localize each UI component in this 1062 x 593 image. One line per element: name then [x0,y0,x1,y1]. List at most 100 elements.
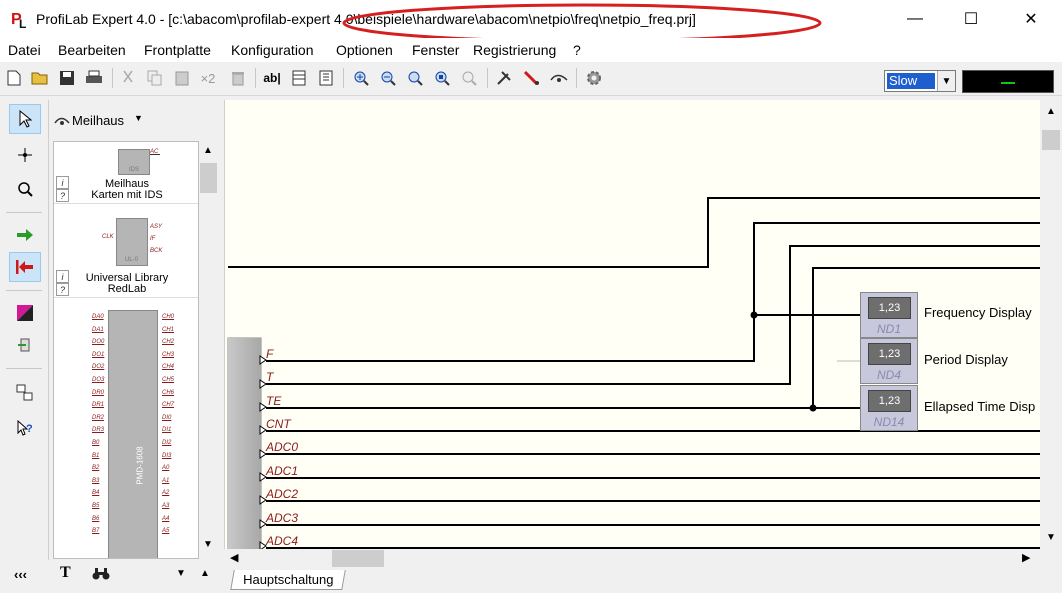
menu-registrierung[interactable]: Registrierung [473,42,556,58]
chevron-left-icon[interactable]: ◀ [230,551,238,564]
display-value: 1,23 [868,297,911,319]
library-scrollbar[interactable]: ▲ ▼ [199,141,218,559]
scroll-thumb[interactable] [1042,130,1060,150]
macro-icon[interactable] [9,378,41,408]
text-tool-button[interactable]: ab| [262,68,282,88]
menu-bearbeiten[interactable]: Bearbeiten [58,42,126,58]
menu-frontplatte[interactable]: Frontplatte [144,42,211,58]
tool-strip: ? [0,100,48,560]
svg-text:L: L [19,17,26,30]
pin-label: CH4 [162,364,175,371]
minimize-button[interactable]: — [892,0,938,38]
sheet-tabs: Hauptschaltung [224,568,1062,593]
run-icon[interactable] [522,68,542,88]
delete-icon[interactable] [228,68,248,88]
signal-label-adc0: ADC0 [266,440,299,454]
hardware-icon [54,117,70,125]
zoom-out-icon[interactable] [378,68,398,88]
menu-datei[interactable]: Datei [8,42,41,58]
select-pointer-icon[interactable] [9,104,41,134]
canvas-horizontal-scrollbar[interactable]: ◀ ▶ [224,549,1040,568]
text-icon[interactable]: T [60,564,71,582]
menu-help[interactable]: ? [573,42,581,58]
grid-icon[interactable] [289,68,309,88]
pin-label: B3 [92,477,100,484]
display-id: ND4 [876,368,901,382]
help-pointer-icon[interactable]: ? [9,414,41,444]
numeric-display-nd14[interactable]: 1,23 ND14 [860,385,918,431]
compile-icon[interactable] [495,68,515,88]
menu-optionen[interactable]: Optionen [336,42,393,58]
scroll-thumb[interactable] [200,163,217,193]
library-list: IDS AC i ? Meilhaus Karten mit IDS UL-0 … [53,141,199,559]
simulation-speed-select[interactable]: Slow ▼ [884,70,956,92]
pin-label: B1 [92,452,100,459]
import-icon[interactable] [9,330,41,360]
tab-hauptschaltung[interactable]: Hauptschaltung [230,570,347,590]
pin-label: DO3 [92,377,105,383]
settings-gear-icon[interactable] [584,68,604,88]
chevron-up-icon[interactable]: ▲ [203,145,213,156]
chevron-down-icon[interactable]: ▼ [937,71,955,91]
display-id: ND1 [876,322,901,336]
library-item-sublabel: RedLab [107,283,147,295]
frontpanel-icon[interactable] [9,298,41,328]
list-item[interactable]: PMD-1608 DA0 DA1 DO0 DO1 DO2 DO3 DR0 DR1 DR2 DR3 B… [54,298,198,558]
list-item[interactable]: IDS AC i ? Meilhaus Karten mit IDS [54,142,198,204]
maximize-button[interactable]: ☐ [948,0,994,38]
paste-icon[interactable] [172,68,192,88]
new-file-icon[interactable] [4,68,24,88]
close-button[interactable]: ✕ [1008,0,1054,38]
svg-text:?: ? [26,423,33,435]
wire-node-icon[interactable] [9,140,41,170]
zoom-reset-icon[interactable] [459,68,479,88]
canvas-vertical-scrollbar[interactable]: ▲ ▼ [1040,100,1062,550]
pin-label: DO0 [92,339,105,346]
arrow-right-green-icon[interactable] [9,220,41,250]
hardware-icon[interactable] [549,68,569,88]
chevron-up-icon[interactable]: ▲ [1046,106,1056,117]
move-up-icon[interactable]: ▲ [200,568,210,579]
numeric-display-nd4[interactable]: 1,23 ND4 [860,338,918,384]
chevron-right-icon[interactable]: ▶ [1022,551,1030,564]
pin-label: DR2 [92,414,105,421]
chevron-down-icon: ▼ [134,113,143,123]
list-item[interactable]: UL-0 CLK ASY IF BCK i ? Universal Librar… [54,204,198,298]
numeric-display-nd1[interactable]: 1,23 ND1 [860,292,918,338]
menu-konfiguration[interactable]: Konfiguration [231,42,314,58]
menu-fenster[interactable]: Fenster [412,42,459,58]
chevron-down-icon[interactable]: ▼ [1046,532,1056,543]
print-icon[interactable] [84,68,104,88]
pin-label: CH2 [162,339,175,346]
signal-label-t: T [266,370,274,384]
pin-label: A1 [162,477,170,484]
save-icon[interactable] [57,68,77,88]
profilab-logo-icon: P L [10,8,30,30]
open-folder-icon[interactable] [30,68,50,88]
move-down-icon[interactable]: ▼ [176,568,186,579]
display-label-period: Period Display [924,352,1008,367]
pin-label: CH1 [162,326,175,333]
pin-label: DI0 [162,414,172,421]
zoom-in-icon[interactable] [351,68,371,88]
zoom-tool-icon[interactable] [9,174,41,204]
panel-footer: ‹‹‹ T ▼ ▲ [0,560,222,593]
scroll-thumb[interactable] [332,550,384,567]
cut-icon[interactable] [118,68,138,88]
duplicate-button[interactable]: ×2 [198,68,218,88]
pin-label: DR1 [92,402,105,409]
library-dropdown[interactable]: Meilhaus ▼ [54,110,194,132]
zoom-all-icon[interactable] [432,68,452,88]
signal-label-adc2: ADC2 [266,487,299,501]
signal-label-f: F [266,347,274,361]
zoom-fit-icon[interactable] [405,68,425,88]
schematic-canvas[interactable]: F T TE CNT ADC0 ADC1 ADC2 ADC3 ADC4 1,23… [224,100,1040,550]
display-value: 1,23 [868,390,911,412]
chevron-down-icon[interactable]: ▼ [203,539,213,550]
arrow-left-red-icon[interactable] [9,252,41,282]
properties-icon[interactable] [316,68,336,88]
copy-icon[interactable] [145,68,165,88]
binoculars-icon[interactable] [92,567,110,581]
collapse-panel-button[interactable]: ‹‹‹ [14,567,27,582]
signal-label-te: TE [266,394,282,408]
